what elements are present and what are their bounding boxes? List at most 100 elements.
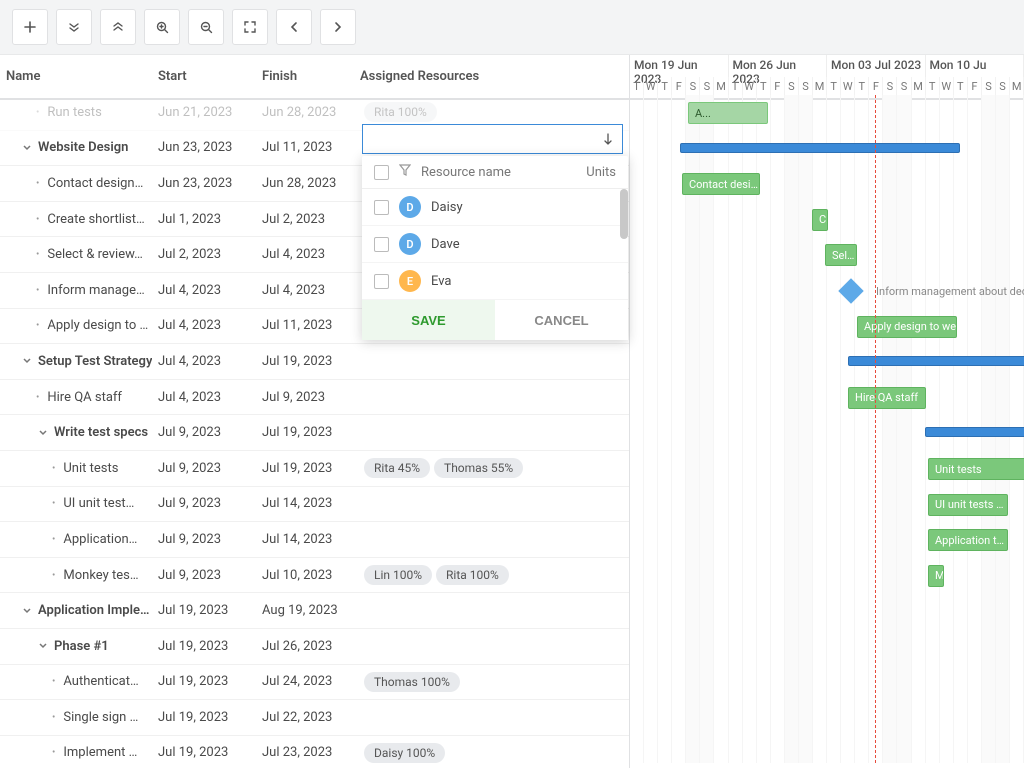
finish-date[interactable]: Jul 4, 2023 bbox=[262, 283, 360, 298]
resource-option[interactable]: EEva bbox=[362, 263, 628, 300]
finish-date[interactable]: Jul 19, 2023 bbox=[262, 425, 360, 440]
popup-scrollbar[interactable] bbox=[620, 189, 628, 239]
grid-row[interactable]: •Hire QA staffJul 4, 2023Jul 9, 2023 bbox=[0, 380, 629, 416]
resources-cell[interactable]: Lin 100%Rita 100% bbox=[360, 565, 629, 585]
start-date[interactable]: Jun 23, 2023 bbox=[158, 176, 262, 191]
grid-row[interactable]: •UI unit test…Jul 9, 2023Jul 14, 2023 bbox=[0, 487, 629, 523]
grid-row[interactable]: •Authenticat…Jul 19, 2023Jul 24, 2023Tho… bbox=[0, 665, 629, 701]
grid-row[interactable]: Write test specsJul 9, 2023Jul 19, 2023 bbox=[0, 415, 629, 451]
grid-row[interactable]: Application Imple…Jul 19, 2023Aug 19, 20… bbox=[0, 593, 629, 629]
col-start[interactable]: Start bbox=[158, 69, 262, 84]
resources-cell[interactable]: Thomas 100% bbox=[360, 672, 629, 692]
start-date[interactable]: Jul 4, 2023 bbox=[158, 318, 262, 333]
col-finish[interactable]: Finish bbox=[262, 69, 360, 84]
gantt-bar[interactable]: Apply design to we… bbox=[857, 316, 957, 338]
finish-date[interactable]: Jul 23, 2023 bbox=[262, 745, 360, 760]
save-button[interactable]: SAVE bbox=[362, 300, 495, 340]
checkbox[interactable] bbox=[374, 237, 389, 252]
chevron-down-icon[interactable] bbox=[20, 604, 34, 618]
resources-cell[interactable]: Rita 45%Thomas 55% bbox=[360, 458, 629, 478]
dropdown-arrow-icon[interactable] bbox=[594, 133, 622, 145]
finish-date[interactable]: Jul 11, 2023 bbox=[262, 318, 360, 333]
start-date[interactable]: Jul 9, 2023 bbox=[158, 461, 262, 476]
start-date[interactable]: Jul 19, 2023 bbox=[158, 674, 262, 689]
add-button[interactable] bbox=[12, 9, 48, 45]
next-button[interactable] bbox=[320, 9, 356, 45]
chevron-down-icon[interactable] bbox=[36, 639, 50, 653]
col-resources[interactable]: Assigned Resources bbox=[360, 69, 629, 84]
gantt-bar[interactable] bbox=[680, 143, 960, 153]
start-date[interactable]: Jul 4, 2023 bbox=[158, 283, 262, 298]
today-marker bbox=[875, 95, 876, 763]
finish-date[interactable]: Jul 19, 2023 bbox=[262, 354, 360, 369]
checkbox[interactable] bbox=[374, 200, 389, 215]
gantt-bar[interactable]: Hire QA staff bbox=[848, 387, 926, 409]
zoom-out-button[interactable] bbox=[188, 9, 224, 45]
grid-row[interactable]: •Monkey tes…Jul 9, 2023Jul 10, 2023Lin 1… bbox=[0, 558, 629, 594]
chevron-down-icon[interactable] bbox=[36, 426, 50, 440]
prev-button[interactable] bbox=[276, 9, 312, 45]
chevron-down-icon[interactable] bbox=[20, 354, 34, 368]
start-date[interactable]: Jul 19, 2023 bbox=[158, 710, 262, 725]
gantt-bar[interactable]: M bbox=[928, 565, 944, 587]
collapse-all-button[interactable] bbox=[100, 9, 136, 45]
start-date[interactable]: Jul 4, 2023 bbox=[158, 390, 262, 405]
gantt-body[interactable]: A... Contact desi… C… Sel… Apply design to w… bbox=[630, 95, 1024, 763]
finish-date[interactable]: Jul 2, 2023 bbox=[262, 212, 360, 227]
finish-date[interactable]: Jul 10, 2023 bbox=[262, 568, 360, 583]
gantt-bar[interactable] bbox=[925, 427, 1024, 437]
expand-all-button[interactable] bbox=[56, 9, 92, 45]
resource-option[interactable]: DDaisy bbox=[362, 189, 628, 226]
finish-date[interactable]: Jul 9, 2023 bbox=[262, 390, 360, 405]
finish-date[interactable]: Jul 19, 2023 bbox=[262, 461, 360, 476]
grid-row[interactable]: •Single sign …Jul 19, 2023Jul 22, 2023 bbox=[0, 700, 629, 736]
grid-row[interactable]: Phase #1Jul 19, 2023Jul 26, 2023 bbox=[0, 629, 629, 665]
checkbox[interactable] bbox=[374, 274, 389, 289]
start-date[interactable]: Jul 9, 2023 bbox=[158, 425, 262, 440]
chevron-down-icon[interactable] bbox=[20, 141, 34, 155]
finish-date[interactable]: Jul 22, 2023 bbox=[262, 710, 360, 725]
gantt-bar[interactable]: Contact desi… bbox=[682, 173, 760, 195]
filter-icon[interactable] bbox=[399, 164, 411, 180]
resources-cell[interactable]: Rita 100% bbox=[360, 102, 629, 122]
start-date[interactable]: Jul 9, 2023 bbox=[158, 532, 262, 547]
start-date[interactable]: Jun 23, 2023 bbox=[158, 140, 262, 155]
gantt-bar[interactable]: A... bbox=[688, 102, 768, 124]
grid-row[interactable]: •Implement …Jul 19, 2023Jul 23, 2023Dais… bbox=[0, 736, 629, 768]
zoom-in-button[interactable] bbox=[144, 9, 180, 45]
start-date[interactable]: Jul 19, 2023 bbox=[158, 639, 262, 654]
grid-row[interactable]: •Application…Jul 9, 2023Jul 14, 2023 bbox=[0, 522, 629, 558]
finish-date[interactable]: Jul 11, 2023 bbox=[262, 140, 360, 155]
start-date[interactable]: Jul 9, 2023 bbox=[158, 568, 262, 583]
resource-option[interactable]: DDave bbox=[362, 226, 628, 263]
cancel-button[interactable]: CANCEL bbox=[495, 300, 628, 340]
finish-date[interactable]: Jul 26, 2023 bbox=[262, 639, 360, 654]
start-date[interactable]: Jul 9, 2023 bbox=[158, 496, 262, 511]
finish-date[interactable]: Jul 24, 2023 bbox=[262, 674, 360, 689]
gantt-bar[interactable]: C… bbox=[812, 209, 828, 231]
grid-row[interactable]: Setup Test StrategyJul 4, 2023Jul 19, 20… bbox=[0, 344, 629, 380]
gantt-bar[interactable]: Application t… bbox=[928, 529, 1008, 551]
start-date[interactable]: Jun 21, 2023 bbox=[158, 105, 262, 120]
finish-date[interactable]: Jun 28, 2023 bbox=[262, 105, 360, 120]
finish-date[interactable]: Jul 4, 2023 bbox=[262, 247, 360, 262]
resource-picker-input[interactable] bbox=[362, 124, 623, 154]
grid-row[interactable]: •Unit testsJul 9, 2023Jul 19, 2023Rita 4… bbox=[0, 451, 629, 487]
select-all-checkbox[interactable] bbox=[374, 165, 389, 180]
start-date[interactable]: Jul 19, 2023 bbox=[158, 745, 262, 760]
finish-date[interactable]: Jun 28, 2023 bbox=[262, 176, 360, 191]
start-date[interactable]: Jul 19, 2023 bbox=[158, 603, 262, 618]
gantt-bar[interactable]: Sel… bbox=[825, 244, 857, 266]
finish-date[interactable]: Aug 19, 2023 bbox=[262, 603, 360, 618]
finish-date[interactable]: Jul 14, 2023 bbox=[262, 532, 360, 547]
start-date[interactable]: Jul 4, 2023 bbox=[158, 354, 262, 369]
resource-search-field[interactable] bbox=[363, 132, 594, 147]
gantt-bar[interactable]: Unit tests bbox=[928, 458, 1024, 480]
resources-cell[interactable]: Daisy 100% bbox=[360, 743, 629, 763]
gantt-bar[interactable]: UI unit tests … bbox=[928, 494, 1008, 516]
zoom-fit-button[interactable] bbox=[232, 9, 268, 45]
finish-date[interactable]: Jul 14, 2023 bbox=[262, 496, 360, 511]
col-name[interactable]: Name bbox=[0, 69, 158, 84]
start-date[interactable]: Jul 1, 2023 bbox=[158, 212, 262, 227]
start-date[interactable]: Jul 2, 2023 bbox=[158, 247, 262, 262]
